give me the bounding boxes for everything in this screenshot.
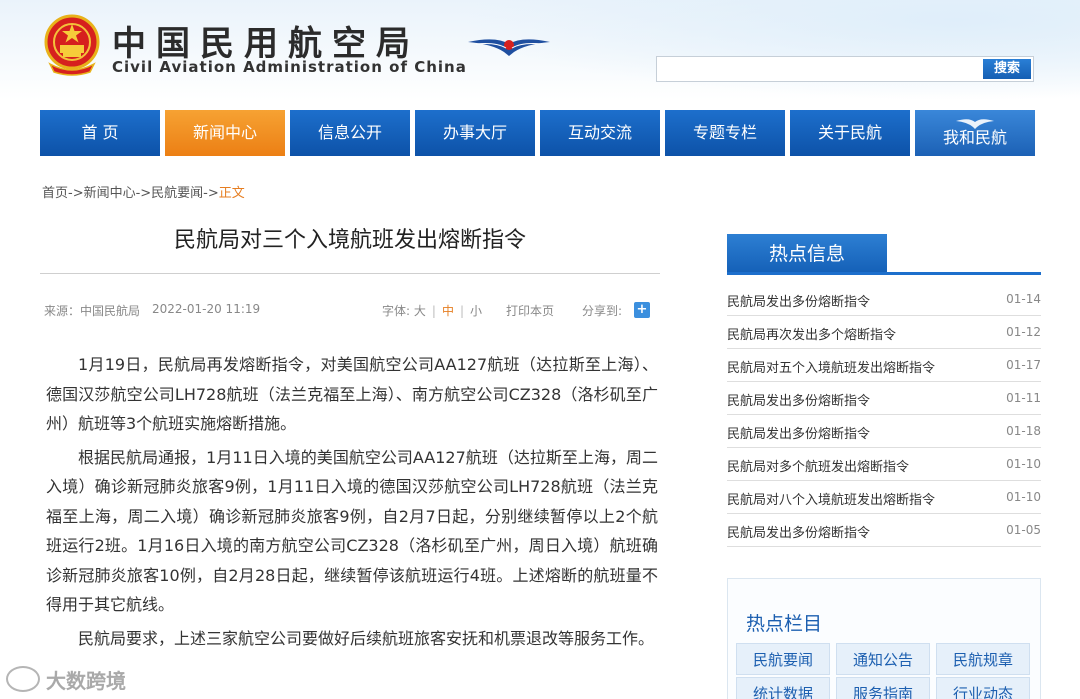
article-title: 民航局对三个入境航班发出熔断指令 bbox=[173, 228, 526, 253]
watermark-text: 大数跨境 bbox=[46, 668, 126, 693]
title-divider bbox=[40, 273, 660, 274]
column-button-industry-news[interactable]: 行业动态 bbox=[936, 677, 1030, 699]
hot-info-list: 民航局发出多份熔断指令 01-14 民航局再次发出多个熔断指令 01-12 民航局对… bbox=[727, 283, 1041, 547]
column-button-notices[interactable]: 通知公告 bbox=[836, 643, 930, 675]
search-box: 搜索 bbox=[656, 56, 1034, 82]
nav-item-info-disclosure[interactable]: 信息公开 bbox=[290, 110, 410, 156]
breadcrumb-current: 正文 bbox=[218, 186, 245, 201]
header-background bbox=[460, 0, 1080, 100]
list-item-date: 01-10 bbox=[1006, 490, 1041, 504]
nav-item-special-topics[interactable]: 专题专栏 bbox=[665, 110, 785, 156]
nav-item-interaction[interactable]: 互动交流 bbox=[540, 110, 660, 156]
nav-item-about[interactable]: 关于民航 bbox=[790, 110, 910, 156]
nav-item-label: 我和民航 bbox=[942, 128, 1007, 147]
list-item[interactable]: 民航局再次发出多个熔断指令 01-12 bbox=[727, 316, 1041, 349]
site-title-en: Civil Aviation Administration of China bbox=[112, 58, 467, 76]
national-emblem-icon bbox=[44, 14, 100, 76]
article-meta: 来源：中国民航局 2022-01-20 11:19 字体: 大 | 中 | 小 打印本页… bbox=[44, 302, 656, 318]
list-item-title: 民航局发出多份熔断指令 bbox=[727, 295, 871, 310]
site-header: 中国民用航空局 Civil Aviation Administration of… bbox=[0, 0, 1080, 100]
hot-columns-box: 热点栏目 民航要闻 通知公告 民航规章 统计数据 服务指南 行业动态 bbox=[727, 578, 1041, 699]
hot-columns-title: 热点栏目 bbox=[746, 613, 823, 635]
list-item[interactable]: 民航局对八个入境航班发出熔断指令 01-10 bbox=[727, 481, 1041, 514]
list-item[interactable]: 民航局对多个航班发出熔断指令 01-10 bbox=[727, 448, 1041, 481]
column-button-statistics[interactable]: 统计数据 bbox=[736, 677, 830, 699]
article-paragraph: 根据民航局通报，1月11日入境的美国航空公司AA127航班（达拉斯至上海，周二入… bbox=[46, 447, 658, 615]
font-size-medium[interactable]: 中 bbox=[442, 304, 454, 318]
nav-item-me-and-aviation[interactable]: 我和民航 bbox=[915, 110, 1035, 156]
list-item[interactable]: 民航局对五个入境航班发出熔断指令 01-17 bbox=[727, 349, 1041, 382]
share-label: 分享到: bbox=[582, 304, 623, 318]
watermark-logo-icon bbox=[6, 666, 40, 692]
list-item[interactable]: 民航局发出多份熔断指令 01-05 bbox=[727, 514, 1041, 547]
column-button-regulations[interactable]: 民航规章 bbox=[936, 643, 1030, 675]
wings-icon bbox=[956, 119, 994, 129]
share-plus-icon[interactable]: + bbox=[634, 302, 650, 318]
column-button-news[interactable]: 民航要闻 bbox=[736, 643, 830, 675]
list-item-date: 01-17 bbox=[1006, 358, 1041, 372]
caac-wings-logo-icon bbox=[468, 39, 550, 56]
list-item-title: 民航局再次发出多个熔断指令 bbox=[727, 328, 897, 343]
nav-item-news-center[interactable]: 新闻中心 bbox=[165, 110, 285, 156]
font-size-small[interactable]: 小 bbox=[470, 304, 482, 318]
list-item-title: 民航局对八个入境航班发出熔断指令 bbox=[727, 493, 936, 508]
list-item-title: 民航局发出多份熔断指令 bbox=[727, 526, 871, 541]
list-item-date: 01-10 bbox=[1006, 457, 1041, 471]
font-size-selector: 字体: 大 | 中 | 小 bbox=[382, 304, 483, 318]
font-size-label: 字体: bbox=[382, 304, 411, 318]
article-date: 2022-01-20 11:19 bbox=[152, 302, 261, 316]
hot-info-tab[interactable]: 热点信息 bbox=[727, 234, 887, 272]
hot-info-underline bbox=[727, 272, 1041, 275]
article-paragraph: 1月19日，民航局再发熔断指令，对美国航空公司AA127航班（达拉斯至上海）、德… bbox=[46, 355, 658, 433]
list-item[interactable]: 民航局发出多份熔断指令 01-11 bbox=[727, 382, 1041, 415]
article-body: 1月19日，民航局再发熔断指令，对美国航空公司AA127航班（达拉斯至上海）、德… bbox=[46, 350, 658, 657]
nav-item-home[interactable]: 首 页 bbox=[40, 110, 160, 156]
nav-item-service-hall[interactable]: 办事大厅 bbox=[415, 110, 535, 156]
article-source: 来源：中国民航局 bbox=[44, 304, 141, 318]
list-item-date: 01-12 bbox=[1006, 325, 1041, 339]
list-item-date: 01-18 bbox=[1006, 424, 1041, 438]
list-item-title: 民航局发出多份熔断指令 bbox=[727, 427, 871, 442]
list-item-date: 01-11 bbox=[1006, 391, 1041, 405]
list-item-date: 01-05 bbox=[1006, 523, 1041, 537]
print-link[interactable]: 打印本页 bbox=[506, 302, 554, 319]
search-input[interactable] bbox=[657, 57, 983, 81]
column-button-service-guide[interactable]: 服务指南 bbox=[836, 677, 930, 699]
list-item-title: 民航局发出多份熔断指令 bbox=[727, 394, 871, 409]
list-item-title: 民航局对五个入境航班发出熔断指令 bbox=[727, 361, 936, 376]
list-item[interactable]: 民航局发出多份熔断指令 01-14 bbox=[727, 283, 1041, 316]
list-item-title: 民航局对多个航班发出熔断指令 bbox=[727, 460, 910, 475]
list-item[interactable]: 民航局发出多份熔断指令 01-18 bbox=[727, 415, 1041, 448]
breadcrumb-path[interactable]: 首页->新闻中心->民航要闻-> bbox=[42, 186, 219, 201]
watermark: 大数跨境 bbox=[6, 664, 126, 694]
breadcrumb: 首页->新闻中心->民航要闻->正文 bbox=[42, 182, 245, 201]
font-size-large[interactable]: 大 bbox=[414, 304, 426, 318]
list-item-date: 01-14 bbox=[1006, 292, 1041, 306]
main-nav: 首 页 新闻中心 信息公开 办事大厅 互动交流 专题专栏 关于民航 我和民航 bbox=[40, 110, 1040, 156]
search-button[interactable]: 搜索 bbox=[983, 59, 1031, 79]
article-paragraph: 民航局要求，上述三家航空公司要做好后续航班旅客安抚和机票退改等服务工作。 bbox=[78, 628, 655, 648]
